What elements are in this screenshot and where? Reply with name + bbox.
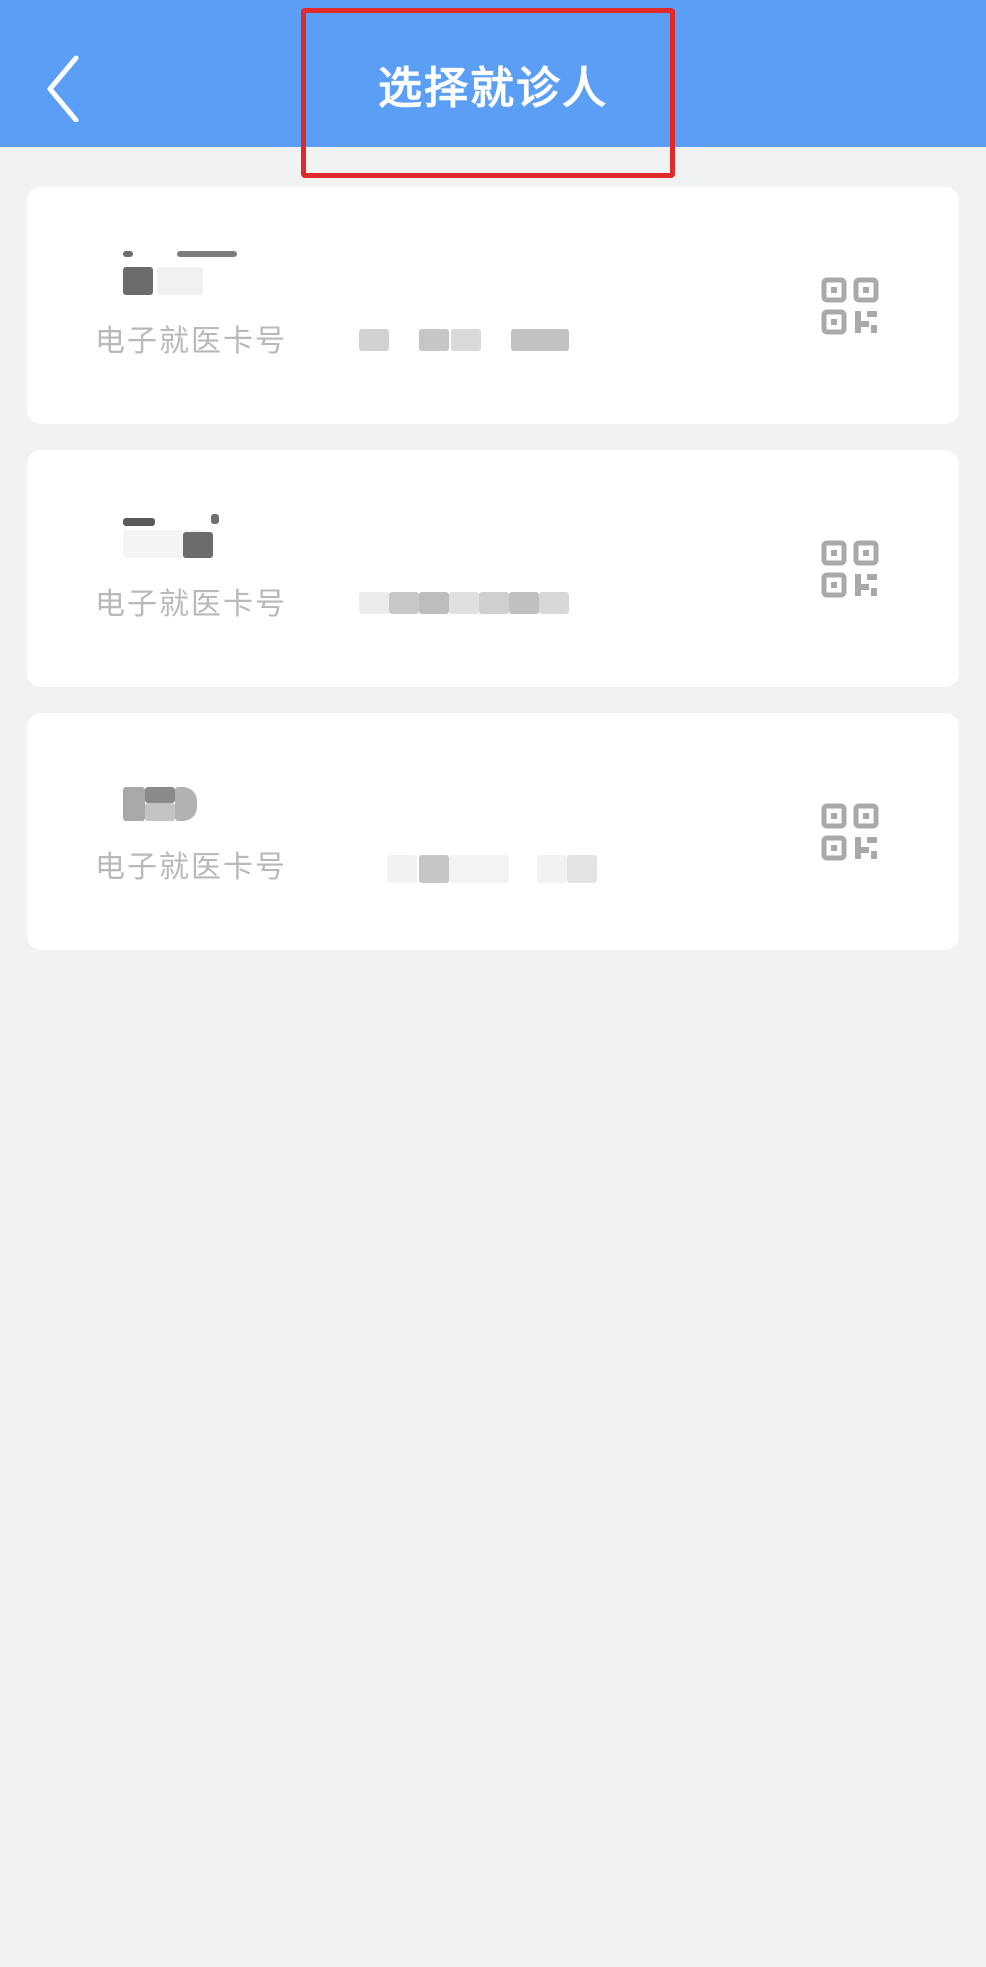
page-title: 选择就诊人 [378, 63, 608, 114]
patient-card-1[interactable]: 电子就医卡号 [27, 187, 959, 424]
patient-name-redacted [95, 510, 255, 560]
card-number-label: 电子就医卡号 [95, 587, 287, 622]
patient-card-2[interactable]: 电子就医卡号 [27, 450, 959, 687]
qr-code-icon[interactable] [821, 277, 879, 335]
qr-code-icon[interactable] [821, 803, 879, 861]
patient-card-3[interactable]: 电子就医卡号 [27, 713, 959, 950]
top-header: 选择就诊人 [0, 0, 986, 147]
card-number-redacted [327, 325, 587, 359]
patient-name-redacted [95, 773, 255, 823]
card-number-redacted [327, 851, 597, 885]
card-number-redacted [327, 588, 587, 622]
qr-code-icon[interactable] [821, 540, 879, 598]
patient-name-redacted [95, 247, 255, 297]
card-number-label: 电子就医卡号 [95, 850, 287, 885]
card-number-label: 电子就医卡号 [95, 324, 287, 359]
